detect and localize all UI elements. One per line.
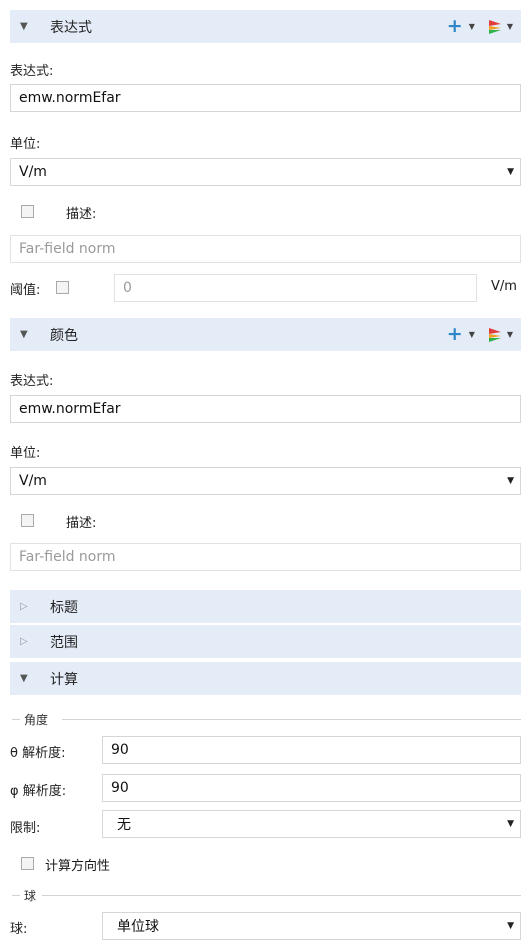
color-unit-value: V/m	[19, 473, 47, 489]
sphere-select[interactable]: 单位球 ▼	[102, 912, 521, 940]
group-divider	[62, 719, 521, 720]
unit-label: 单位:	[10, 137, 41, 152]
theta-resolution-label: θ 解析度:	[10, 746, 66, 761]
theta-resolution-input[interactable]: 90	[102, 736, 521, 764]
description-label: 描述:	[66, 207, 97, 222]
section-header-title[interactable]: ▷ 标题	[10, 590, 521, 623]
limit-value: 无	[117, 817, 131, 833]
triangle-right-icon: ▷	[20, 636, 28, 647]
triangle-down-icon: ▼	[20, 673, 28, 684]
header-toolbar: + ▼ ▼	[447, 10, 513, 43]
threshold-unit: V/m	[491, 279, 517, 294]
threshold-input[interactable]: 0	[114, 274, 477, 302]
section-title: 计算	[50, 671, 78, 688]
unit-select[interactable]: V/m ▼	[10, 158, 521, 186]
chevron-down-icon: ▼	[507, 819, 514, 829]
section-title: 标题	[50, 599, 78, 616]
plot-icon[interactable]	[488, 327, 501, 342]
group-divider	[12, 719, 20, 720]
unit-value: V/m	[19, 164, 47, 180]
phi-resolution-input[interactable]: 90	[102, 774, 521, 802]
section-header-color[interactable]: ▼ 颜色 + ▼ ▼	[10, 318, 521, 351]
section-header-compute[interactable]: ▼ 计算	[10, 662, 521, 695]
chevron-down-icon[interactable]: ▼	[469, 22, 475, 31]
chevron-down-icon[interactable]: ▼	[507, 330, 513, 339]
chevron-down-icon[interactable]: ▼	[507, 22, 513, 31]
color-description-checkbox[interactable]	[21, 514, 34, 527]
triangle-down-icon: ▼	[20, 21, 28, 32]
threshold-value: 0	[123, 280, 132, 296]
phi-resolution-label: φ 解析度:	[10, 784, 67, 799]
description-input[interactable]: Far-field norm	[10, 235, 521, 263]
limit-label: 限制:	[10, 821, 41, 836]
chevron-down-icon: ▼	[507, 167, 514, 177]
expression-label: 表达式:	[10, 64, 54, 79]
sphere-label: 球:	[10, 922, 28, 937]
section-title: 范围	[50, 634, 78, 651]
chevron-down-icon: ▼	[507, 476, 514, 486]
angle-group-label: 角度	[24, 713, 49, 727]
theta-resolution-value: 90	[111, 742, 129, 758]
color-expression-value: emw.normEfar	[19, 401, 121, 417]
expression-value: emw.normEfar	[19, 90, 121, 106]
plot-icon[interactable]	[488, 19, 501, 34]
color-description-label: 描述:	[66, 516, 97, 531]
section-header-range[interactable]: ▷ 范围	[10, 625, 521, 658]
chevron-down-icon[interactable]: ▼	[469, 330, 475, 339]
header-toolbar: + ▼ ▼	[447, 318, 513, 351]
color-description-input[interactable]: Far-field norm	[10, 543, 521, 571]
color-unit-select[interactable]: V/m ▼	[10, 467, 521, 495]
directivity-checkbox[interactable]	[21, 857, 34, 870]
triangle-right-icon: ▷	[20, 601, 28, 612]
threshold-label: 阈值:	[10, 283, 41, 298]
triangle-down-icon: ▼	[20, 329, 28, 340]
directivity-label: 计算方向性	[45, 859, 111, 874]
description-value: Far-field norm	[19, 241, 116, 257]
sphere-value: 单位球	[117, 919, 159, 935]
color-expression-input[interactable]: emw.normEfar	[10, 395, 521, 423]
sphere-group-label: 球	[24, 889, 37, 903]
threshold-checkbox[interactable]	[56, 281, 69, 294]
description-checkbox[interactable]	[21, 205, 34, 218]
chevron-down-icon: ▼	[507, 921, 514, 931]
color-description-value: Far-field norm	[19, 549, 116, 565]
expression-input[interactable]: emw.normEfar	[10, 84, 521, 112]
phi-resolution-value: 90	[111, 780, 129, 796]
group-divider	[42, 895, 521, 896]
limit-select[interactable]: 无 ▼	[102, 810, 521, 838]
section-title: 颜色	[50, 327, 78, 344]
plus-icon[interactable]: +	[447, 17, 463, 36]
section-header-expression[interactable]: ▼ 表达式 + ▼ ▼	[10, 10, 521, 43]
color-unit-label: 单位:	[10, 446, 41, 461]
color-expression-label: 表达式:	[10, 374, 54, 389]
section-title: 表达式	[50, 19, 92, 36]
group-divider	[12, 895, 20, 896]
plus-icon[interactable]: +	[447, 325, 463, 344]
